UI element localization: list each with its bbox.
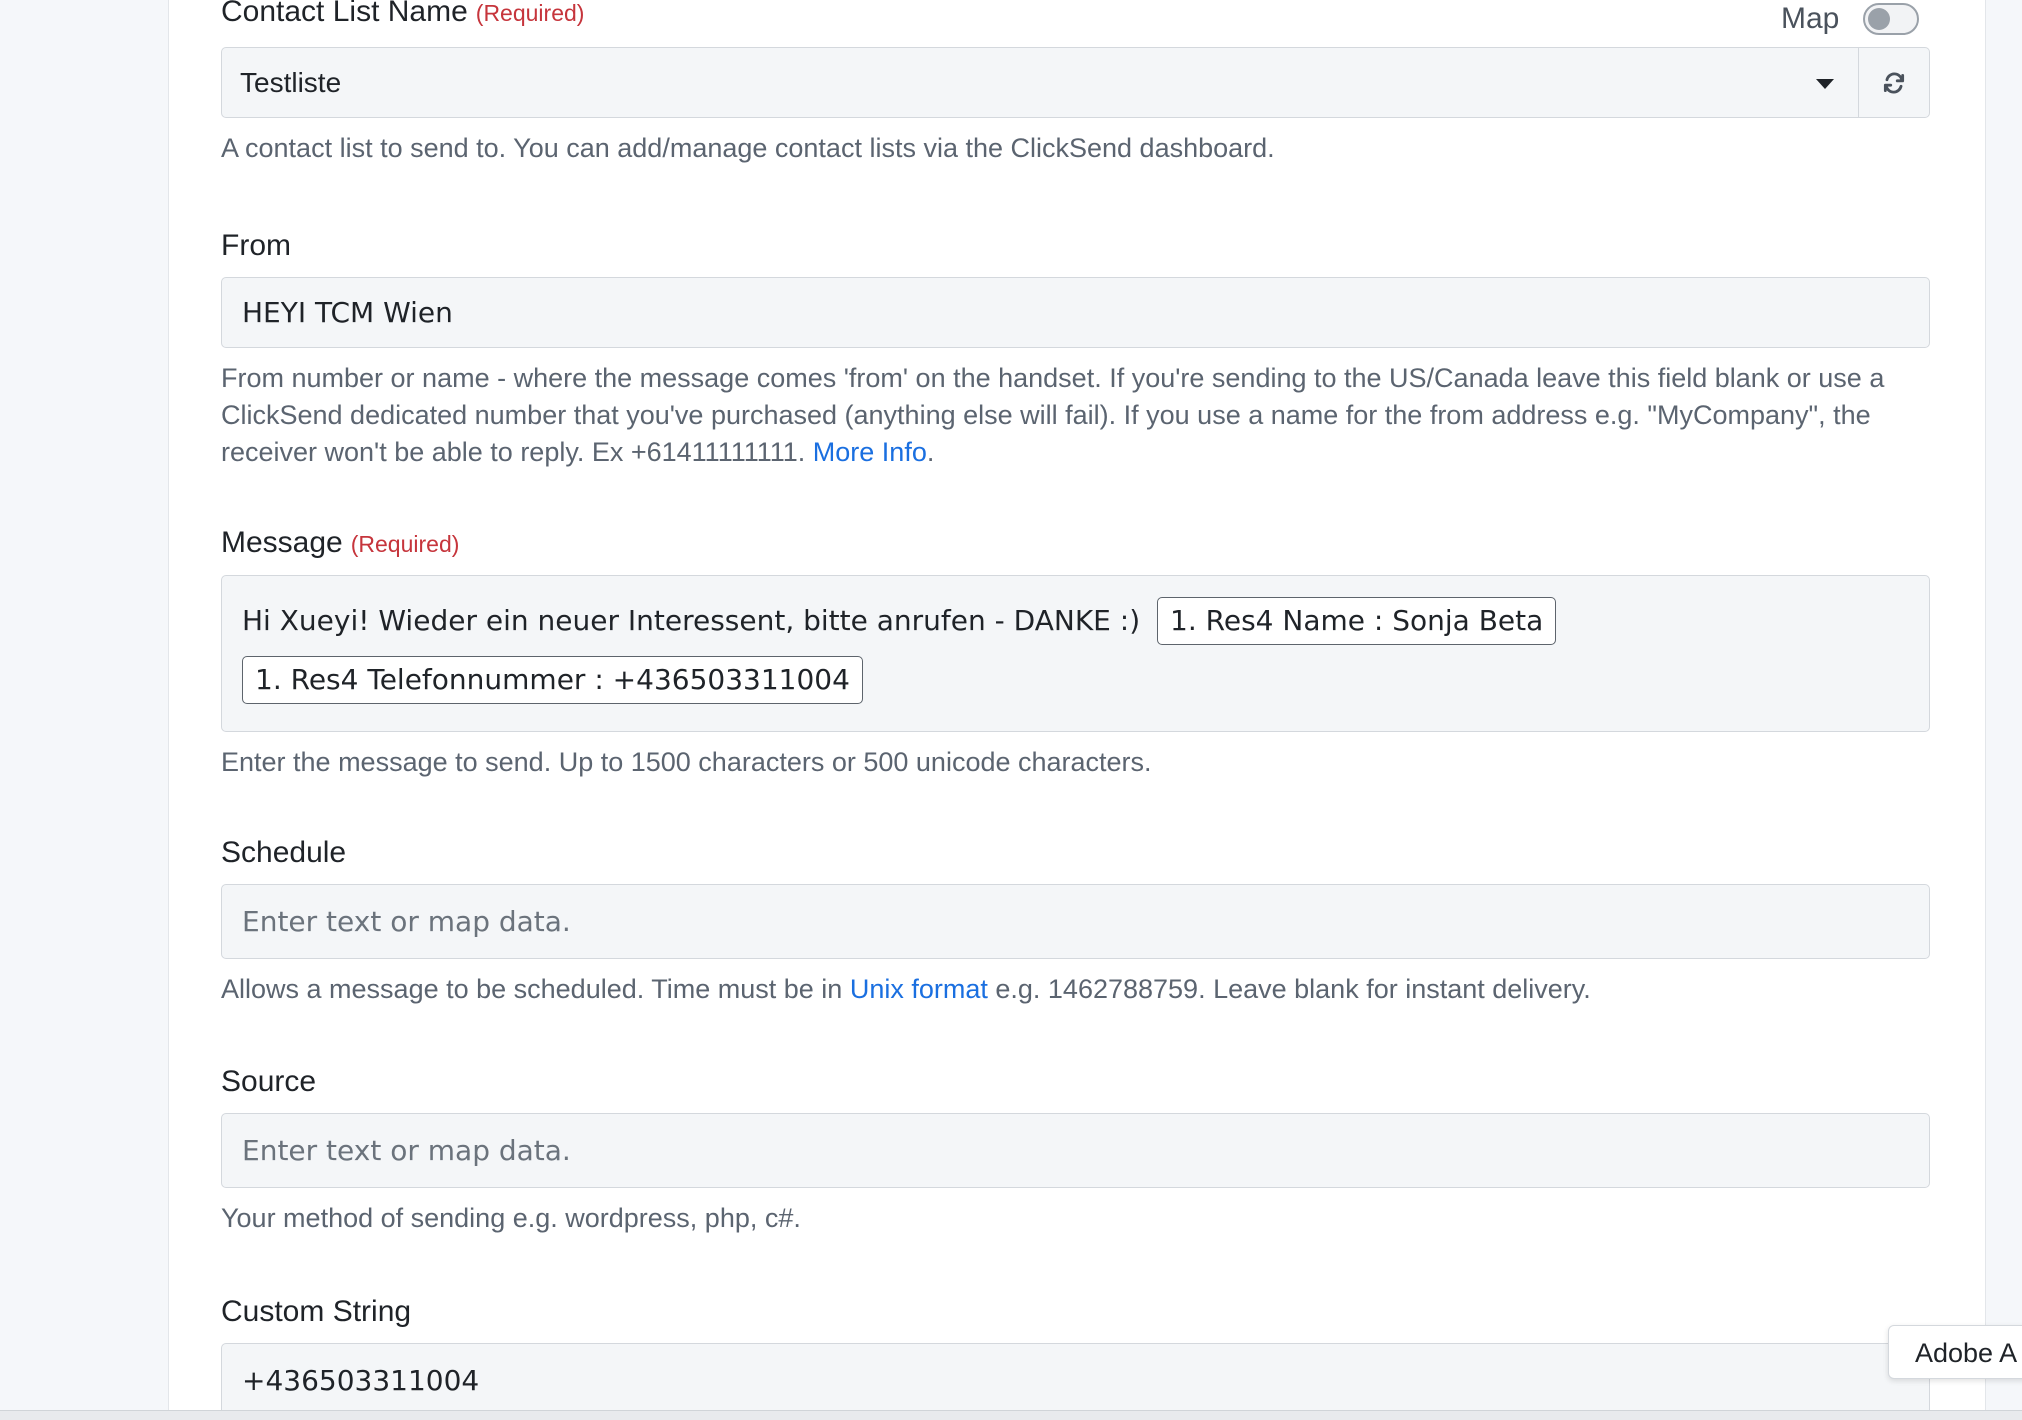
schedule-input[interactable]: Enter text or map data. <box>221 884 1930 959</box>
message-text: Hi Xueyi! Wieder ein neuer Interessent, … <box>242 604 1141 637</box>
custom-string-field: Custom String +436503311004 <box>221 1294 1930 1418</box>
bottom-scrollbar <box>0 1410 2022 1420</box>
from-hint-text: From number or name - where the message … <box>221 363 1885 467</box>
unix-format-link[interactable]: Unix format <box>850 974 988 1004</box>
source-input[interactable]: Enter text or map data. <box>221 1113 1930 1188</box>
page: Map Contact List Name (Required) Testlis… <box>0 0 2022 1420</box>
refresh-button[interactable] <box>1859 47 1930 118</box>
adobe-tab-label: Adobe A <box>1915 1338 2018 1368</box>
message-hint: Enter the message to send. Up to 1500 ch… <box>221 747 1152 777</box>
schedule-label: Schedule <box>221 836 347 869</box>
required-marker: (Required) <box>350 531 460 557</box>
custom-string-value: +436503311004 <box>242 1364 480 1397</box>
from-value: HEYI TCM Wien <box>242 296 453 329</box>
more-info-link[interactable]: More Info <box>813 437 927 467</box>
schedule-field: Schedule Enter text or map data. Allows … <box>221 835 1930 1008</box>
contact-list-value: Testliste <box>240 66 342 98</box>
custom-string-label: Custom String <box>221 1295 412 1328</box>
contact-list-label: Contact List Name (Required) <box>221 0 1930 31</box>
from-hint-end: . <box>926 437 935 467</box>
from-hint: From number or name - where the message … <box>221 360 1930 471</box>
from-field: From HEYI TCM Wien From number or name -… <box>221 228 1930 471</box>
schedule-hint-post: e.g. 1462788759. Leave blank for instant… <box>987 974 1591 1004</box>
from-input[interactable]: HEYI TCM Wien <box>221 277 1930 348</box>
chevron-down-icon[interactable] <box>1816 79 1834 89</box>
source-placeholder: Enter text or map data. <box>242 1134 571 1167</box>
source-label: Source <box>221 1065 317 1098</box>
contact-list-field: Contact List Name (Required) Testliste A… <box>221 0 1930 167</box>
required-marker: (Required) <box>475 0 585 26</box>
schedule-hint: Allows a message to be scheduled. Time m… <box>221 971 1930 1008</box>
from-label: From <box>221 229 291 262</box>
message-field: Message (Required) Hi Xueyi! Wieder ein … <box>221 525 1930 781</box>
adobe-tab[interactable]: Adobe A <box>1888 1325 2022 1379</box>
source-hint: Your method of sending e.g. wordpress, p… <box>221 1203 801 1233</box>
schedule-placeholder: Enter text or map data. <box>242 905 571 938</box>
source-field: Source Enter text or map data. Your meth… <box>221 1064 1930 1237</box>
message-label: Message <box>221 526 343 559</box>
contact-list-hint: A contact list to send to. You can add/m… <box>221 133 1275 163</box>
message-input[interactable]: Hi Xueyi! Wieder ein neuer Interessent, … <box>221 575 1930 732</box>
contact-list-select[interactable]: Testliste <box>221 47 1859 118</box>
mapped-field-pill[interactable]: 1. Res4 Telefonnummer : +436503311004 <box>242 656 863 704</box>
contact-list-label-text: Contact List Name <box>221 0 468 28</box>
refresh-icon <box>1883 72 1905 93</box>
schedule-hint-pre: Allows a message to be scheduled. Time m… <box>221 974 850 1004</box>
custom-string-input[interactable]: +436503311004 <box>221 1343 1930 1418</box>
mapped-field-pill[interactable]: 1. Res4 Name : Sonja Beta <box>1157 597 1557 645</box>
